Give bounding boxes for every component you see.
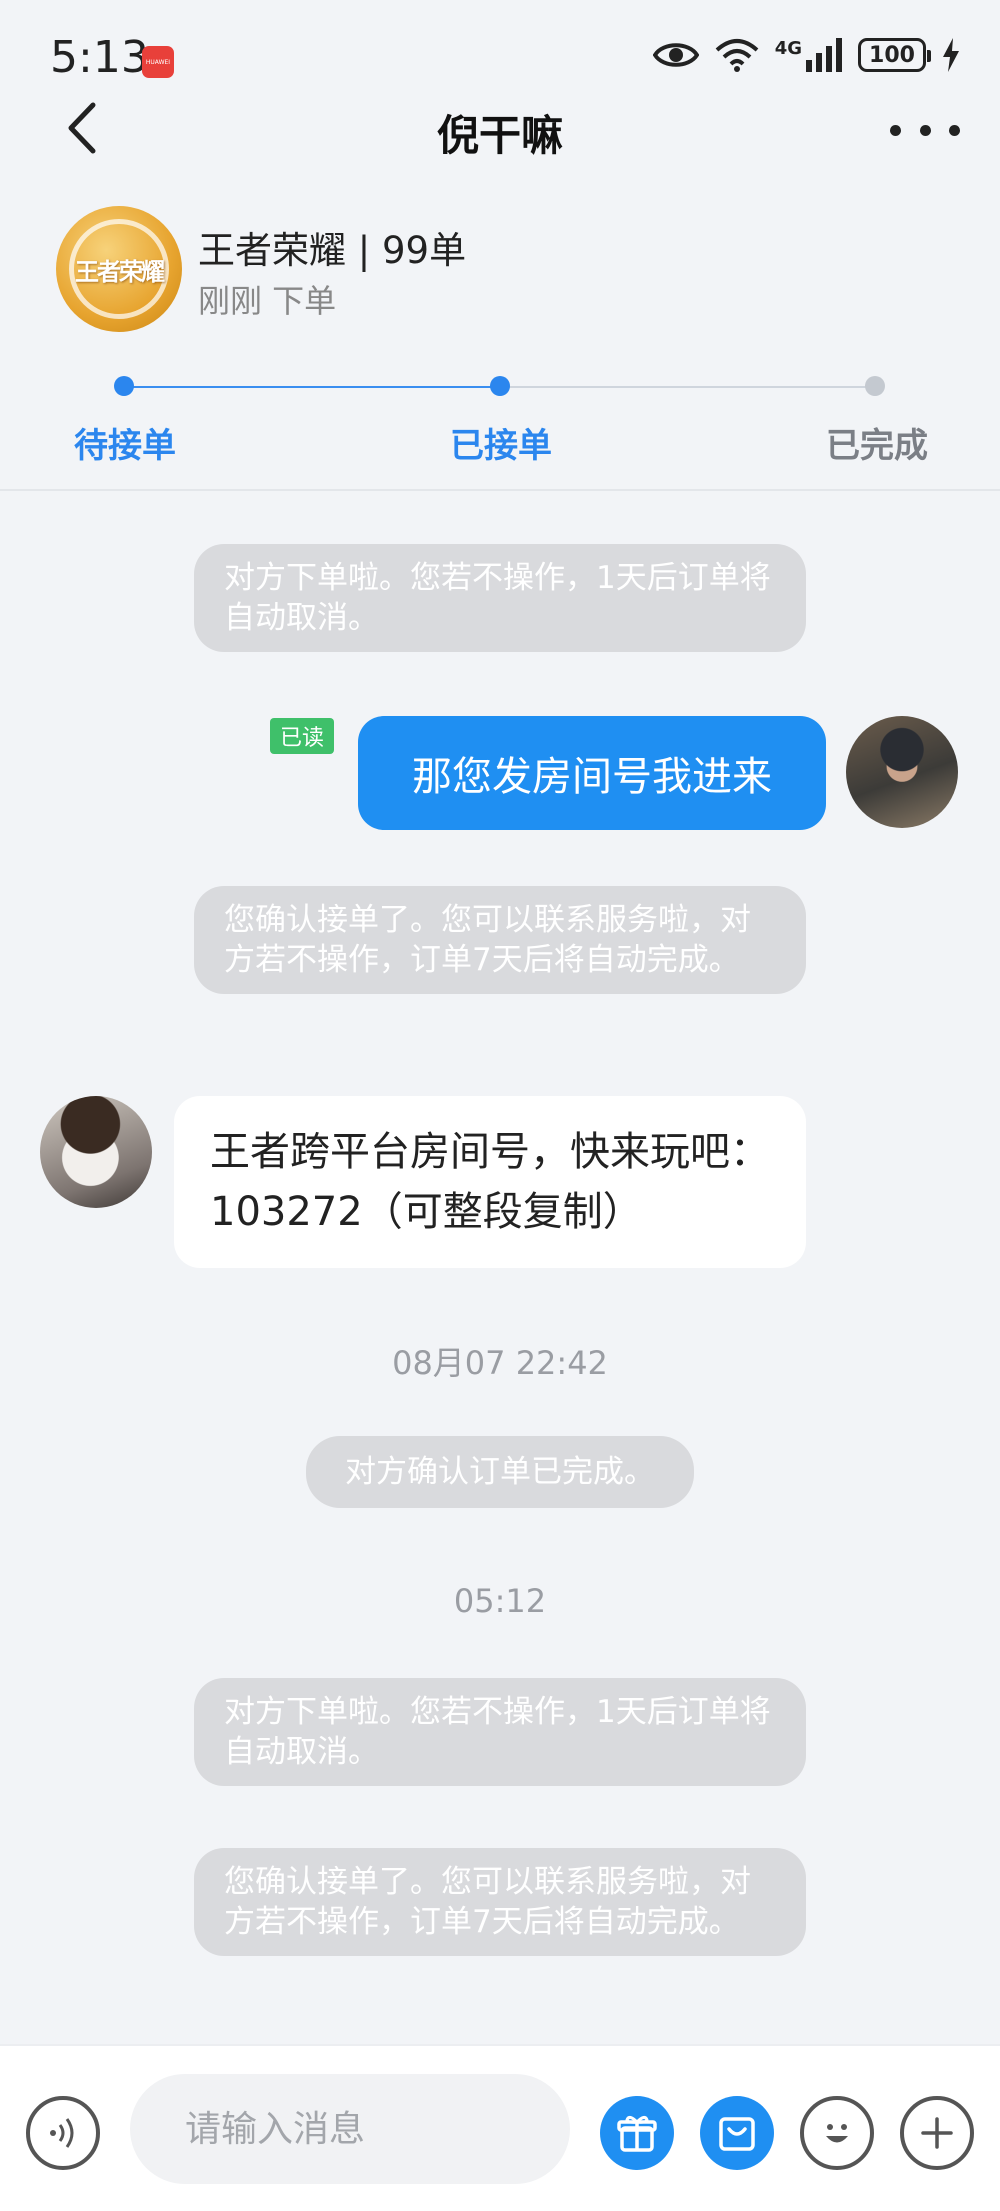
page-title: 倪干嘛 [436, 111, 563, 160]
more-dot-icon [890, 124, 901, 136]
emoji-button[interactable] [800, 2096, 874, 2170]
my-avatar[interactable] [846, 716, 958, 828]
nav-bar: 倪干嘛 [0, 90, 1000, 170]
step-dot-waiting [114, 376, 134, 396]
order-subtitle: 刚刚 下单 [198, 282, 337, 320]
input-bar [0, 2044, 1000, 2211]
wifi-icon [715, 39, 759, 72]
signal-icon [806, 38, 842, 72]
system-message: 对方下单啦。您若不操作，1天后订单将自动取消。 [194, 1678, 806, 1786]
system-message: 您确认接单了。您可以联系服务啦，对方若不操作，订单7天后将自动完成。 [194, 886, 806, 994]
timestamp: 08月07 22:42 [392, 1344, 608, 1382]
progress-line-pending [500, 386, 875, 388]
app-notification-icon: HUAWEI [142, 46, 174, 78]
add-button[interactable] [900, 2096, 974, 2170]
step-label-completed: 已完成 [826, 426, 928, 466]
more-dot-icon [949, 124, 960, 136]
more-options-button[interactable] [890, 110, 960, 150]
incoming-message-bubble[interactable]: 王者跨平台房间号，快来玩吧：103272（可整段复制） [174, 1096, 806, 1268]
divider [0, 489, 1000, 491]
charging-icon [943, 38, 959, 72]
voice-icon [50, 2118, 74, 2148]
battery-icon: 100 [858, 38, 931, 72]
timestamp: 05:12 [453, 1582, 547, 1620]
more-dot-icon [919, 124, 931, 136]
outgoing-message-bubble[interactable]: 那您发房间号我进来 [358, 716, 826, 830]
emoji-icon [826, 2124, 848, 2143]
shopping-bag-icon [719, 2117, 755, 2151]
eye-icon [652, 43, 699, 67]
step-label-waiting: 待接单 [74, 426, 176, 466]
step-dot-accepted [490, 376, 510, 396]
read-badge: 已读 [270, 718, 335, 754]
network-type: 4G [774, 37, 802, 59]
game-logo-text: 王者荣耀 [75, 257, 165, 286]
step-label-accepted: 已接单 [450, 426, 552, 466]
order-button[interactable] [700, 2096, 774, 2170]
voice-button[interactable] [26, 2096, 100, 2170]
system-message: 对方确认订单已完成。 [306, 1436, 694, 1508]
status-icons: 4G 100 [652, 37, 960, 72]
system-message: 您确认接单了。您可以联系服务啦，对方若不操作，订单7天后将自动完成。 [194, 1848, 806, 1956]
plus-icon [921, 2117, 953, 2149]
contact-avatar[interactable] [40, 1096, 152, 1208]
order-header[interactable]: 王者荣耀 王者荣耀 | 99单 刚刚 下单 待接单 已接单 已完成 [0, 190, 1000, 490]
game-logo: 王者荣耀 [56, 206, 182, 332]
progress-line-done [124, 386, 500, 388]
system-message: 对方下单啦。您若不操作，1天后订单将自动取消。 [194, 544, 806, 652]
message-input[interactable] [130, 2074, 570, 2184]
order-title: 王者荣耀 | 99单 [198, 229, 467, 272]
gift-button[interactable] [600, 2096, 674, 2170]
status-time: 5:13 [50, 32, 149, 83]
step-dot-completed [865, 376, 885, 396]
gift-icon [617, 2115, 657, 2152]
